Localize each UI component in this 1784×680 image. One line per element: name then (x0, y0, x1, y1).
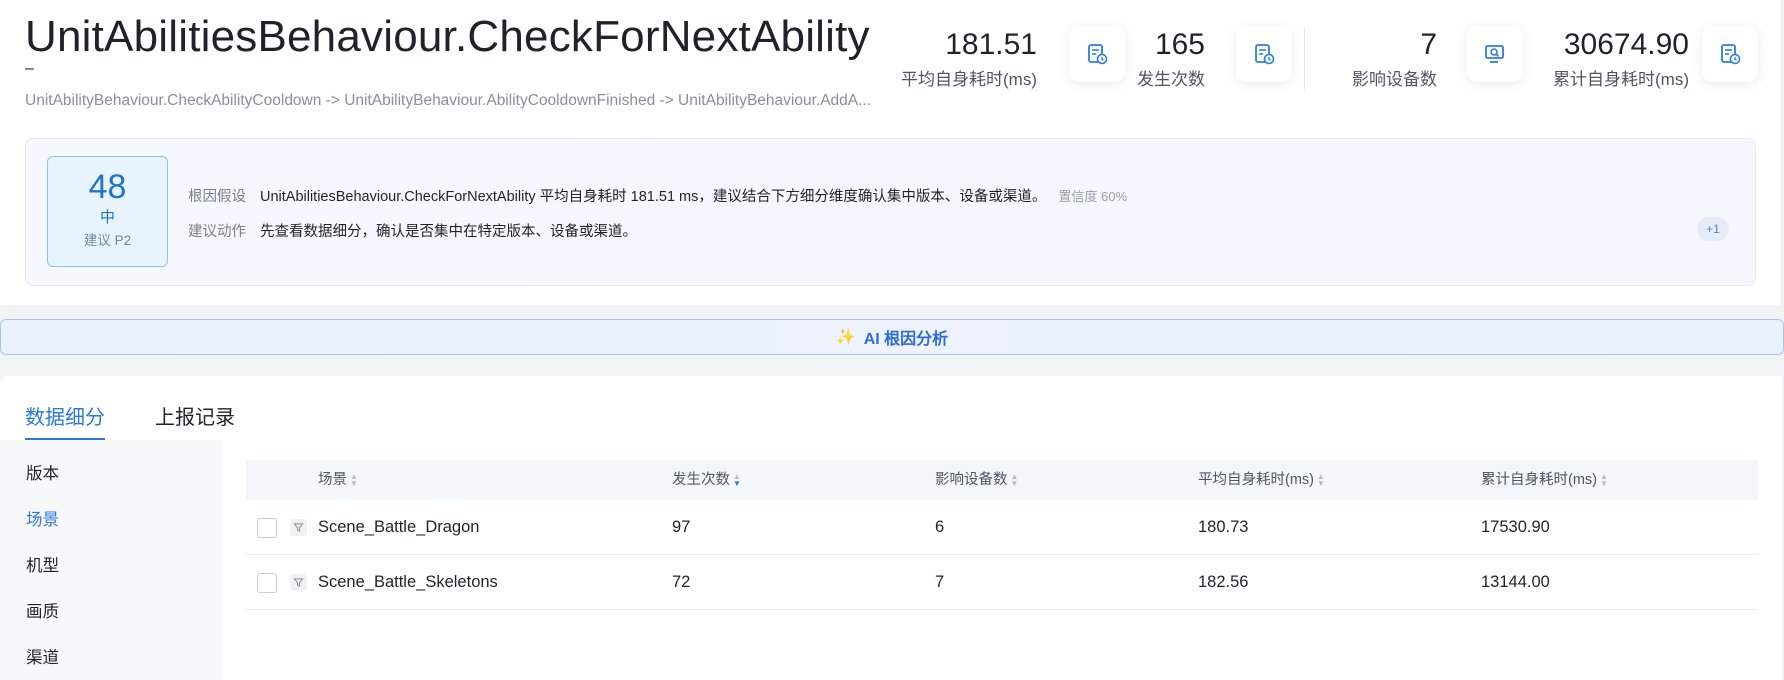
report-clock-icon[interactable] (1702, 26, 1758, 82)
stat-label: 影响设备数 (1352, 70, 1437, 89)
cell-total-self-time: 13144.00 (1481, 573, 1550, 591)
cell-count: 97 (672, 518, 691, 536)
root-cause-label: 根因假设 (188, 189, 246, 205)
header-card: UnitAbilitiesBehaviour.CheckForNextAbili… (0, 0, 1782, 305)
priority-score-badge: 48 中 建议 P2 (47, 156, 168, 267)
action-text: 先查看数据细分，确认是否集中在特定版本、设备或渠道。 (260, 224, 637, 240)
cell-count: 72 (672, 573, 691, 591)
cell-total-self-time: 17530.90 (1481, 518, 1550, 536)
sort-icon: ▲ ▼ (1317, 472, 1325, 489)
dimension-item-version[interactable]: 版本 (26, 460, 59, 484)
dimension-item-scene[interactable]: 场景 (26, 506, 59, 530)
root-cause-panel: 48 中 建议 P2 根因假设 UnitAbilitiesBehaviour.Ch… (25, 138, 1756, 286)
row-checkbox[interactable] (257, 518, 277, 538)
cell-devices: 6 (935, 518, 945, 536)
cell-devices: 7 (935, 573, 945, 591)
priority-score: 48 (88, 168, 127, 206)
cell-avg-self-time: 182.56 (1198, 573, 1249, 591)
stat-value: 181.51 (945, 28, 1037, 61)
tab-report-records[interactable]: 上报记录 (155, 401, 235, 430)
dimension-item-quality[interactable]: 画质 (26, 598, 59, 622)
stat-label: 累计自身耗时(ms) (1553, 70, 1689, 89)
stat-value: 165 (1154, 28, 1205, 61)
ai-button-label: AI 根因分析 (863, 331, 949, 348)
stat-affected-devices: 7 影响设备数 (1352, 24, 1437, 94)
stat-value: 7 (1420, 28, 1437, 61)
report-clock-icon[interactable] (1236, 26, 1292, 82)
cell-scene: Scene_Battle_Skeletons (318, 573, 498, 591)
stat-occurrences: 165 发生次数 (1137, 24, 1205, 94)
page-title: UnitAbilitiesBehaviour.CheckForNextAbili… (25, 12, 870, 61)
sort-desc-icon: ▲ ▼ (733, 472, 741, 489)
action-label: 建议动作 (188, 224, 246, 240)
action-row: 建议动作 先查看数据细分，确认是否集中在特定版本、设备或渠道。 (188, 220, 637, 241)
column-header-devices[interactable]: 影响设备数 ▲ ▼ (935, 460, 1018, 500)
table-row[interactable]: Scene_Battle_Skeletons 72 7 182.56 13144… (246, 555, 1758, 610)
table-header: 场景 ▲ ▼ 发生次数 ▲ ▼ 影响设备数 ▲ ▼ 平均自身耗时(ms) ▲ ▼ 累计自身耗时(… (246, 460, 1758, 500)
breakdown-table: 场景 ▲ ▼ 发生次数 ▲ ▼ 影响设备数 ▲ ▼ 平均自身耗时(ms) ▲ ▼ 累计自身耗时(… (246, 460, 1758, 610)
device-search-icon[interactable] (1467, 26, 1523, 82)
column-header-count[interactable]: 发生次数 ▲ ▼ (672, 460, 741, 500)
stat-value: 30674.90 (1563, 28, 1689, 61)
dimension-list: 版本 场景 机型 画质 渠道 (0, 440, 222, 680)
table-row[interactable]: Scene_Battle_Dragon 97 6 180.73 17530.90 (246, 500, 1758, 555)
column-header-total-self-time[interactable]: 累计自身耗时(ms) ▲ ▼ (1481, 460, 1608, 500)
title-dash: – (25, 60, 34, 77)
breakdown-card: 数据细分 上报记录 版本 场景 机型 画质 渠道 场景 ▲ ▼ 发生次数 ▲ ▼ 影响设… (0, 376, 1782, 680)
stat-label: 平均自身耗时(ms) (901, 70, 1037, 89)
sort-icon: ▲ ▼ (350, 472, 358, 489)
dimension-item-device-model[interactable]: 机型 (26, 552, 59, 576)
tab-data-breakdown[interactable]: 数据细分 (25, 401, 105, 430)
report-clock-icon[interactable] (1069, 26, 1125, 82)
call-path: UnitAbilityBehaviour.CheckAbilityCooldow… (25, 92, 872, 109)
stats-divider (1304, 28, 1305, 90)
stat-total-self-time: 30674.90 累计自身耗时(ms) (1553, 24, 1689, 94)
more-suggestions-badge[interactable]: +1 (1697, 217, 1729, 241)
ai-root-cause-button[interactable]: ✨ AI 根因分析 (0, 319, 1784, 355)
root-cause-text: UnitAbilitiesBehaviour.CheckForNextAbili… (260, 189, 1047, 205)
sort-icon: ▲ ▼ (1600, 472, 1608, 489)
priority-suggestion: 建议 P2 (83, 233, 132, 248)
priority-level: 中 (99, 209, 115, 226)
stat-label: 发生次数 (1137, 70, 1205, 89)
column-header-scene[interactable]: 场景 ▲ ▼ (318, 460, 358, 500)
confidence-text: 置信度 60% (1058, 189, 1128, 204)
filter-icon[interactable] (290, 519, 307, 536)
stat-avg-self-time: 181.51 平均自身耗时(ms) (901, 24, 1037, 94)
cell-avg-self-time: 180.73 (1198, 518, 1249, 536)
column-header-avg-self-time[interactable]: 平均自身耗时(ms) ▲ ▼ (1198, 460, 1325, 500)
root-cause-row: 根因假设 UnitAbilitiesBehaviour.CheckForNextA… (188, 185, 1127, 206)
row-checkbox[interactable] (257, 573, 277, 593)
cell-scene: Scene_Battle_Dragon (318, 518, 480, 536)
filter-icon[interactable] (290, 574, 307, 591)
dimension-item-channel[interactable]: 渠道 (26, 644, 59, 668)
sort-icon: ▲ ▼ (1010, 472, 1019, 489)
sparkle-icon: ✨ (835, 329, 856, 346)
